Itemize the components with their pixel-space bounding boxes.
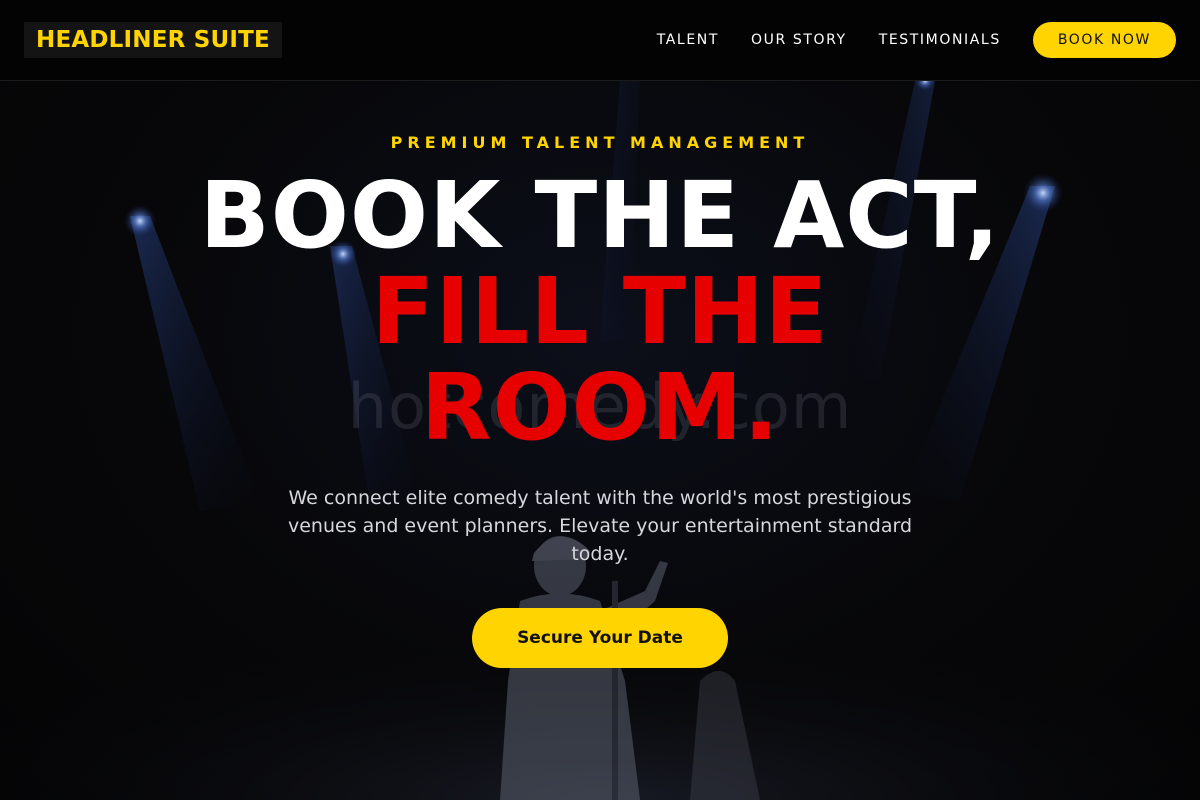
hero-eyebrow: PREMIUM TALENT MANAGEMENT (390, 133, 810, 152)
nav-link-our-story[interactable]: OUR STORY (751, 32, 847, 48)
hero-headline: BOOK THE ACT, FILL THE ROOM. (0, 168, 1200, 456)
headline-line-2: FILL THE (371, 258, 829, 365)
hero-description: We connect elite comedy talent with the … (287, 487, 913, 565)
nav-link-talent[interactable]: TALENT (657, 32, 719, 48)
hero-section: hotcomedy.com PREMIUM TALENT MANAGEMENT … (0, 0, 1200, 800)
book-now-button[interactable]: BOOK NOW (1032, 22, 1176, 58)
landing-page: HEADLINER SUITE TALENT OUR STORY TESTIMO… (0, 0, 1200, 800)
secure-your-date-button[interactable]: Secure Your Date (472, 608, 728, 668)
site-logo[interactable]: HEADLINER SUITE (24, 22, 282, 58)
headline-line-3: ROOM. (420, 354, 780, 461)
headline-line-1: BOOK THE ACT, (199, 162, 1001, 269)
site-header: HEADLINER SUITE TALENT OUR STORY TESTIMO… (0, 0, 1200, 81)
nav-link-testimonials[interactable]: TESTIMONIALS (879, 32, 1001, 48)
main-nav: TALENT OUR STORY TESTIMONIALS BOOK NOW (657, 0, 1176, 80)
